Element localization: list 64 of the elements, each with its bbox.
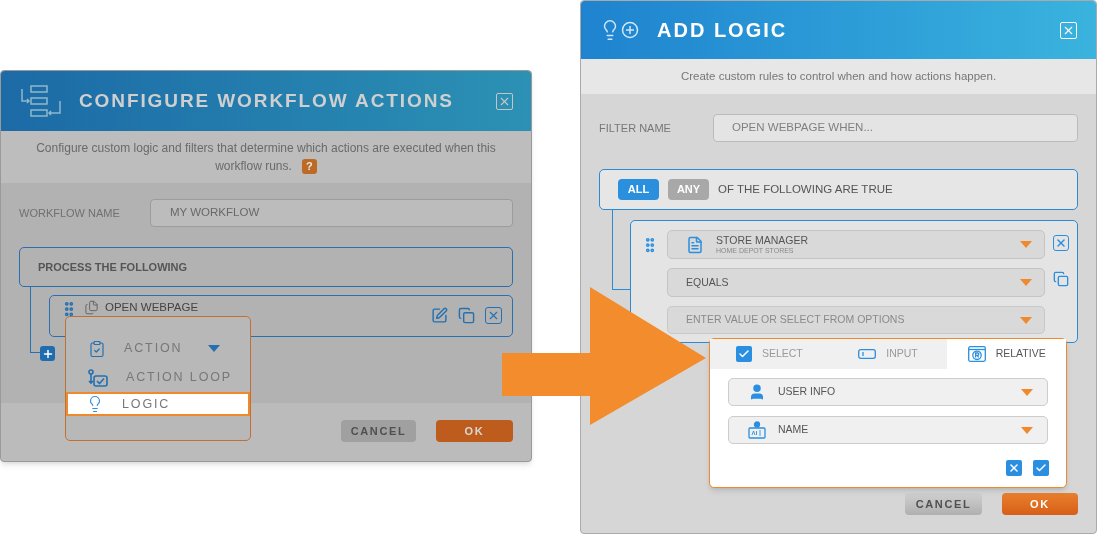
field-name: STORE MANAGER <box>716 234 808 246</box>
menu-item[interactable]: ACTION LOOP <box>66 363 250 392</box>
filter-name-field[interactable]: OPEN WEBPAGE WHEN... <box>713 114 1078 142</box>
remove-button[interactable] <box>485 307 502 324</box>
relative-select[interactable]: USER INFO <box>728 378 1048 406</box>
operator-select[interactable]: EQUALS <box>667 268 1045 297</box>
process-label: PROCESS THE FOLLOWING <box>38 259 188 275</box>
dialog-description: Create custom rules to control when and how actions happen. <box>680 68 997 84</box>
close-icon <box>1055 237 1067 249</box>
value-tab[interactable]: RELATIVE <box>947 339 1066 369</box>
match-toggle[interactable]: ANY <box>668 179 709 200</box>
close-icon <box>487 309 500 322</box>
caret-icon <box>1021 388 1033 396</box>
select-value: USER INFO <box>778 384 836 400</box>
text-input-icon <box>858 349 877 359</box>
checkbox-icon <box>735 346 752 362</box>
menu-item-label: ACTION <box>124 340 183 358</box>
copy-icon[interactable] <box>1053 271 1069 287</box>
field-label: FILTER NAME <box>599 120 672 136</box>
field-label: WORKFLOW NAME <box>19 205 121 221</box>
value-placeholder: ENTER VALUE OR SELECT FROM OPTIONS <box>686 312 905 328</box>
add-button[interactable] <box>40 346 55 361</box>
ok-button[interactable]: OK <box>1002 493 1078 515</box>
confirm-value-button[interactable] <box>1033 460 1049 476</box>
menu-item[interactable]: LOGIC <box>66 392 250 416</box>
close-button[interactable] <box>496 92 513 110</box>
dialog-title: CONFIGURE WORKFLOW ACTIONS <box>79 88 454 113</box>
cancel-button[interactable]: CANCEL <box>905 493 982 515</box>
menu-item[interactable]: ACTION <box>66 334 250 363</box>
user-icon <box>748 383 766 401</box>
ok-button[interactable]: OK <box>436 420 513 442</box>
menu-item-label: LOGIC <box>122 395 171 413</box>
workflow-name-field[interactable]: MY WORKFLOW <box>150 199 513 227</box>
cancel-button[interactable]: CANCEL <box>341 420 416 442</box>
relative-select[interactable]: NAME <box>728 416 1048 444</box>
operator-value: EQUALS <box>686 274 729 290</box>
remove-button[interactable] <box>1053 235 1069 251</box>
flowchart-icon <box>19 85 63 117</box>
files-icon <box>84 300 99 315</box>
loop-check-icon <box>88 368 108 387</box>
clipboard-check-icon <box>88 339 106 358</box>
registered-icon <box>967 346 986 362</box>
close-icon <box>1008 462 1020 474</box>
value-select[interactable]: ENTER VALUE OR SELECT FROM OPTIONS <box>667 306 1045 334</box>
check-icon <box>1035 462 1047 474</box>
edit-icon[interactable] <box>431 307 448 324</box>
select-value: NAME <box>778 422 809 438</box>
value-tab[interactable]: INPUT <box>828 339 948 369</box>
copy-icon[interactable] <box>458 307 475 324</box>
document-icon <box>686 235 704 254</box>
cancel-value-button[interactable] <box>1006 460 1022 476</box>
name-tag-icon <box>748 421 766 439</box>
caret-icon <box>1020 241 1032 248</box>
caret-icon <box>1020 279 1032 286</box>
caret-icon <box>1020 316 1032 324</box>
caret-icon <box>1021 426 1033 434</box>
action-label: OPEN WEBPAGE <box>105 300 199 314</box>
dialog-description: Configure custom logic and filters that determine which actions are executed when this workflow runs. ? <box>35 140 497 175</box>
match-toggle[interactable]: ALL <box>618 179 659 200</box>
match-text: OF THE FOLLOWING ARE TRUE <box>718 181 893 197</box>
menu-item-label: ACTION LOOP <box>126 369 233 387</box>
help-badge[interactable]: ? <box>301 159 317 174</box>
dialog-title: ADD LOGIC <box>657 18 788 43</box>
value-tab[interactable]: SELECT <box>710 339 829 369</box>
